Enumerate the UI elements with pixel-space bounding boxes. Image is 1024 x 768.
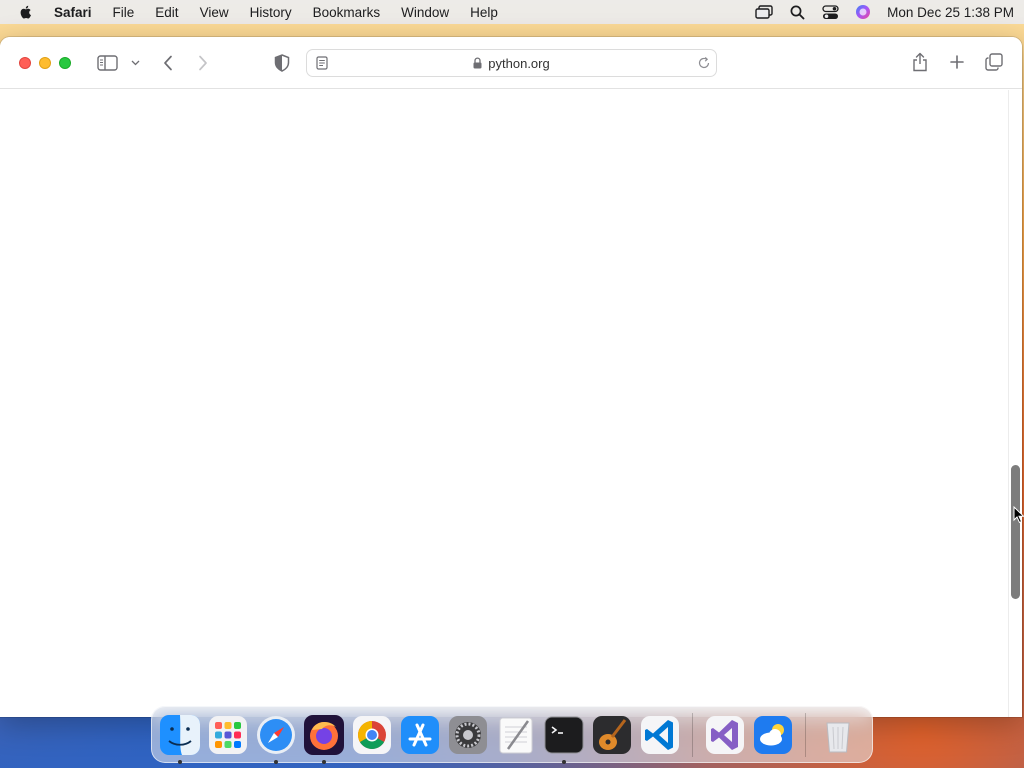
tab-group-chevron-down-icon[interactable] xyxy=(129,58,141,68)
terminal-icon xyxy=(544,716,584,753)
running-indicator xyxy=(562,759,566,764)
menu-view[interactable]: View xyxy=(200,5,229,20)
running-indicator xyxy=(178,759,182,764)
menu-window[interactable]: Window xyxy=(401,5,449,20)
menu-bar: Safari File Edit View History Bookmarks … xyxy=(0,0,1024,24)
forward-chevron-icon[interactable] xyxy=(195,53,211,73)
vscode-icon xyxy=(641,715,679,754)
screen-mirroring-icon[interactable] xyxy=(755,4,773,20)
dock-app-finder[interactable] xyxy=(156,711,204,764)
menu-bar-clock[interactable]: Mon Dec 25 1:38 PM xyxy=(887,5,1014,20)
dock-app-visual-studio[interactable] xyxy=(701,711,749,759)
dock-app-safari[interactable] xyxy=(252,711,300,764)
dock-app-launchpad[interactable] xyxy=(204,711,252,759)
dock-separator xyxy=(805,712,806,757)
share-icon[interactable] xyxy=(910,51,930,73)
running-indicator xyxy=(322,759,326,764)
dock-app-firefox[interactable] xyxy=(300,711,348,764)
siri-icon[interactable] xyxy=(854,4,872,20)
menu-bookmarks[interactable]: Bookmarks xyxy=(313,5,381,20)
vertical-scrollbar-track[interactable] xyxy=(1008,90,1022,717)
new-tab-plus-icon[interactable] xyxy=(948,53,966,71)
firefox-icon xyxy=(304,714,344,755)
menu-app-safari[interactable]: Safari xyxy=(54,5,92,20)
url-text[interactable]: python.org xyxy=(488,56,549,71)
chrome-icon xyxy=(353,715,391,754)
launchpad-icon xyxy=(209,715,247,754)
dock-app-textedit[interactable] xyxy=(492,711,540,759)
dock xyxy=(151,706,873,764)
menu-help[interactable]: Help xyxy=(470,5,498,20)
menu-history[interactable]: History xyxy=(250,5,292,20)
dock-separator xyxy=(692,712,693,757)
system-settings-icon xyxy=(449,715,487,754)
dock-app-system-settings[interactable] xyxy=(444,711,492,759)
safari-window: python.org xyxy=(0,37,1022,717)
menu-edit[interactable]: Edit xyxy=(155,5,178,20)
running-indicator xyxy=(274,759,278,764)
textedit-icon xyxy=(499,717,533,753)
window-minimize-button[interactable] xyxy=(39,57,51,69)
dock-app-terminal[interactable] xyxy=(540,711,588,764)
safari-toolbar: python.org xyxy=(0,37,1022,89)
vertical-scrollbar-thumb[interactable] xyxy=(1011,465,1020,599)
dock-app-app-store[interactable] xyxy=(396,711,444,759)
privacy-shield-icon[interactable] xyxy=(272,53,292,73)
dock-app-garageband[interactable] xyxy=(588,711,636,759)
window-close-button[interactable] xyxy=(19,57,31,69)
dock-app-vscode[interactable] xyxy=(636,711,684,759)
visual-studio-icon xyxy=(706,715,744,754)
back-chevron-icon[interactable] xyxy=(160,53,176,73)
safari-icon xyxy=(257,715,295,754)
apple-menu-icon[interactable] xyxy=(18,4,34,20)
menu-file[interactable]: File xyxy=(113,5,135,20)
window-zoom-button[interactable] xyxy=(59,57,71,69)
dock-app-weather[interactable] xyxy=(749,711,797,759)
garageband-icon xyxy=(593,715,631,754)
sidebar-toggle-icon[interactable] xyxy=(96,54,118,72)
dock-app-chrome[interactable] xyxy=(348,711,396,759)
dock-app-trash[interactable] xyxy=(814,711,862,759)
lock-icon xyxy=(473,57,482,72)
web-page-content[interactable] xyxy=(0,90,1008,717)
address-bar[interactable]: python.org xyxy=(306,49,717,77)
app-store-icon xyxy=(401,715,439,754)
trash-icon xyxy=(826,722,850,752)
tab-overview-icon[interactable] xyxy=(984,53,1004,71)
mouse-pointer-icon xyxy=(1013,506,1024,524)
finder-icon xyxy=(160,714,200,755)
weather-icon xyxy=(754,715,792,754)
reload-icon[interactable] xyxy=(697,56,711,73)
control-center-icon[interactable] xyxy=(821,4,839,20)
spotlight-search-icon[interactable] xyxy=(788,4,806,20)
